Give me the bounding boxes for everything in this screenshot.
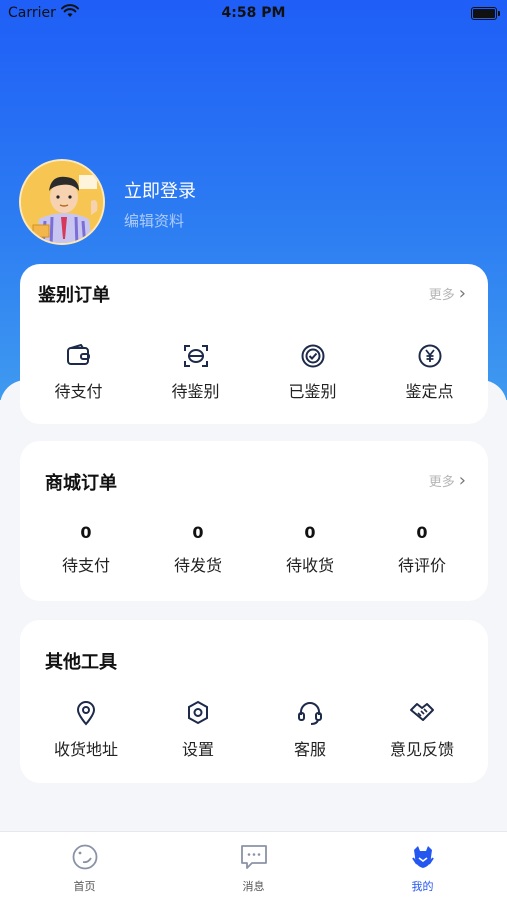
- tool-label: 设置: [181, 740, 214, 759]
- handshake-icon: [409, 700, 435, 726]
- login-link[interactable]: 立即登录: [124, 177, 196, 203]
- avatar-illustration: [21, 161, 103, 243]
- mall-orders-title: 商城订单: [45, 473, 117, 494]
- yen-coin-icon: [417, 344, 443, 368]
- appraisal-item-label: 鉴定点: [405, 382, 454, 401]
- message-icon: [240, 844, 268, 874]
- mall-pending-receipt[interactable]: 0 待收货: [254, 523, 366, 576]
- appraisal-pending-review[interactable]: 待鉴别: [137, 344, 254, 402]
- order-status-label: 待支付: [61, 556, 110, 575]
- shipping-address-tool[interactable]: 收货地址: [30, 700, 142, 760]
- mall-orders-more[interactable]: 更多 ›: [429, 470, 466, 491]
- tool-label: 意见反馈: [389, 740, 454, 759]
- customer-service-tool[interactable]: 客服: [254, 700, 366, 760]
- tool-label: 客服: [293, 740, 326, 759]
- order-count: 0: [304, 523, 316, 542]
- tab-label: 首页: [73, 880, 96, 893]
- order-count: 0: [192, 523, 204, 542]
- location-pin-icon: [74, 700, 98, 726]
- more-label: 更多: [428, 288, 455, 303]
- appraisal-points[interactable]: 鉴定点: [371, 344, 488, 402]
- mall-pending-shipment[interactable]: 0 待发货: [142, 523, 254, 576]
- order-status-label: 待发货: [173, 556, 222, 575]
- avatar[interactable]: [19, 159, 105, 245]
- status-bar: Carrier 4:58 PM: [0, 0, 507, 30]
- mall-orders-card: 商城订单 更多 › 0 待支付 0 待发货 0 待收货 0 待评价: [20, 441, 488, 601]
- more-label: 更多: [428, 475, 455, 490]
- order-count: 0: [416, 523, 428, 542]
- tab-messages[interactable]: 消息: [169, 832, 338, 900]
- appraisal-orders-card: 鉴别订单 更多 › 待支付 待鉴别 已鉴别 鉴定点: [20, 264, 488, 424]
- tool-label: 收货地址: [53, 740, 118, 759]
- home-icon: [71, 844, 99, 874]
- appraisal-item-label: 待鉴别: [171, 382, 220, 401]
- appraisal-orders-more[interactable]: 更多 ›: [429, 283, 466, 304]
- mall-pending-payment[interactable]: 0 待支付: [30, 523, 142, 576]
- order-count: 0: [80, 523, 92, 542]
- other-tools-title: 其他工具: [45, 652, 117, 673]
- chevron-right-icon: ›: [458, 470, 466, 491]
- feedback-tool[interactable]: 意见反馈: [366, 700, 478, 760]
- appraisal-pending-payment[interactable]: 待支付: [20, 344, 137, 402]
- hexagon-settings-icon: [186, 700, 210, 726]
- appraisal-item-label: 已鉴别: [288, 382, 337, 401]
- order-status-label: 待评价: [397, 556, 446, 575]
- appraisal-completed[interactable]: 已鉴别: [254, 344, 371, 402]
- clock: 4:58 PM: [221, 5, 286, 21]
- tab-home[interactable]: 首页: [0, 832, 169, 900]
- appraisal-orders-title: 鉴别订单: [38, 285, 110, 306]
- tab-bar: 首页 消息 我的: [0, 831, 507, 900]
- edit-profile-link[interactable]: 编辑资料: [124, 210, 184, 231]
- chevron-right-icon: ›: [458, 283, 466, 304]
- mall-pending-review[interactable]: 0 待评价: [366, 523, 478, 576]
- tab-profile[interactable]: 我的: [338, 832, 507, 900]
- order-status-label: 待收货: [285, 556, 334, 575]
- tab-label: 消息: [242, 880, 265, 893]
- other-tools-card: 其他工具 收货地址 设置 客服 意见反馈: [20, 620, 488, 783]
- tab-label: 我的: [411, 880, 434, 893]
- verified-badge-icon: [300, 344, 326, 368]
- appraisal-item-label: 待支付: [54, 382, 103, 401]
- headset-icon: [297, 700, 323, 726]
- profile-mascot-icon: [409, 844, 437, 874]
- wallet-icon: [66, 344, 92, 368]
- battery-icon: [471, 7, 500, 20]
- scan-icon: [183, 344, 209, 368]
- settings-tool[interactable]: 设置: [142, 700, 254, 760]
